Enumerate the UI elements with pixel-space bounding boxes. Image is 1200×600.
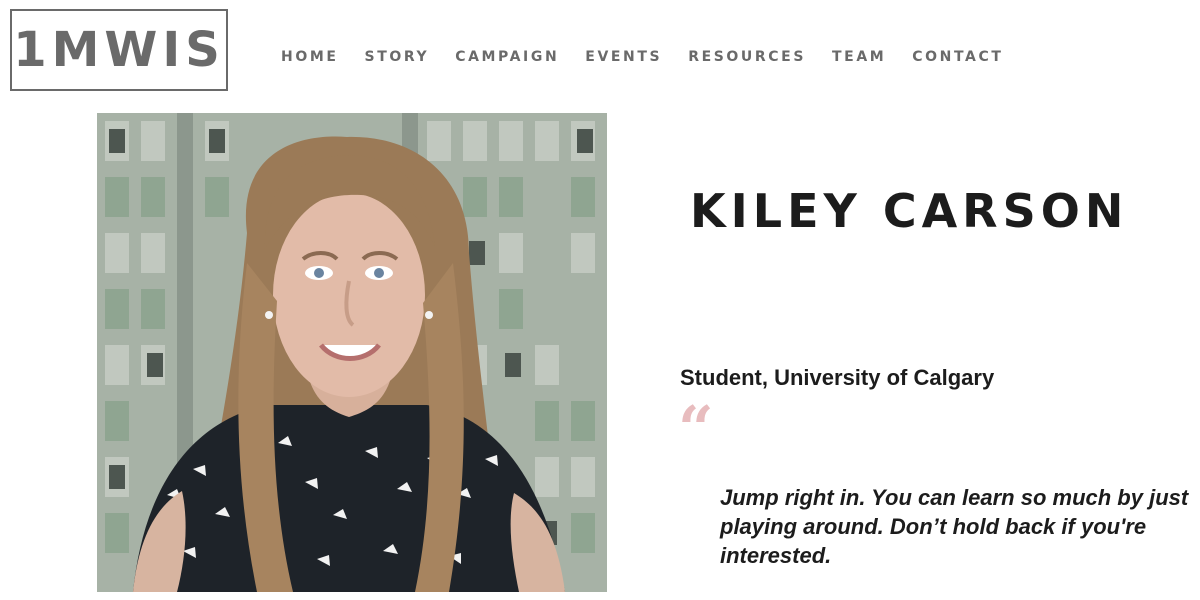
nav-item-home[interactable]: HOME — [281, 48, 339, 66]
profile-photo-illustration — [97, 113, 607, 592]
profile-name: KILEY CARSON — [690, 183, 1129, 238]
face — [273, 193, 425, 397]
site-logo[interactable]: 1MWIS — [10, 9, 228, 91]
profile-quote: Jump right in. You can learn so much by … — [720, 485, 1189, 568]
main-nav: HOME STORY CAMPAIGN EVENTS RESOURCES TEA… — [281, 48, 1030, 66]
nav-item-resources[interactable]: RESOURCES — [688, 48, 806, 66]
nav-item-contact[interactable]: CONTACT — [912, 48, 1003, 66]
logo-text: 1MWIS — [13, 22, 225, 78]
nav-item-team[interactable]: TEAM — [832, 48, 886, 66]
nav-item-events[interactable]: EVENTS — [585, 48, 662, 66]
nav-item-story[interactable]: STORY — [365, 48, 430, 66]
nav-item-campaign[interactable]: CAMPAIGN — [455, 48, 559, 66]
quote-mark-icon: “ — [678, 392, 714, 465]
profile-role: Student, University of Calgary — [680, 365, 995, 390]
profile-photo — [97, 113, 607, 592]
